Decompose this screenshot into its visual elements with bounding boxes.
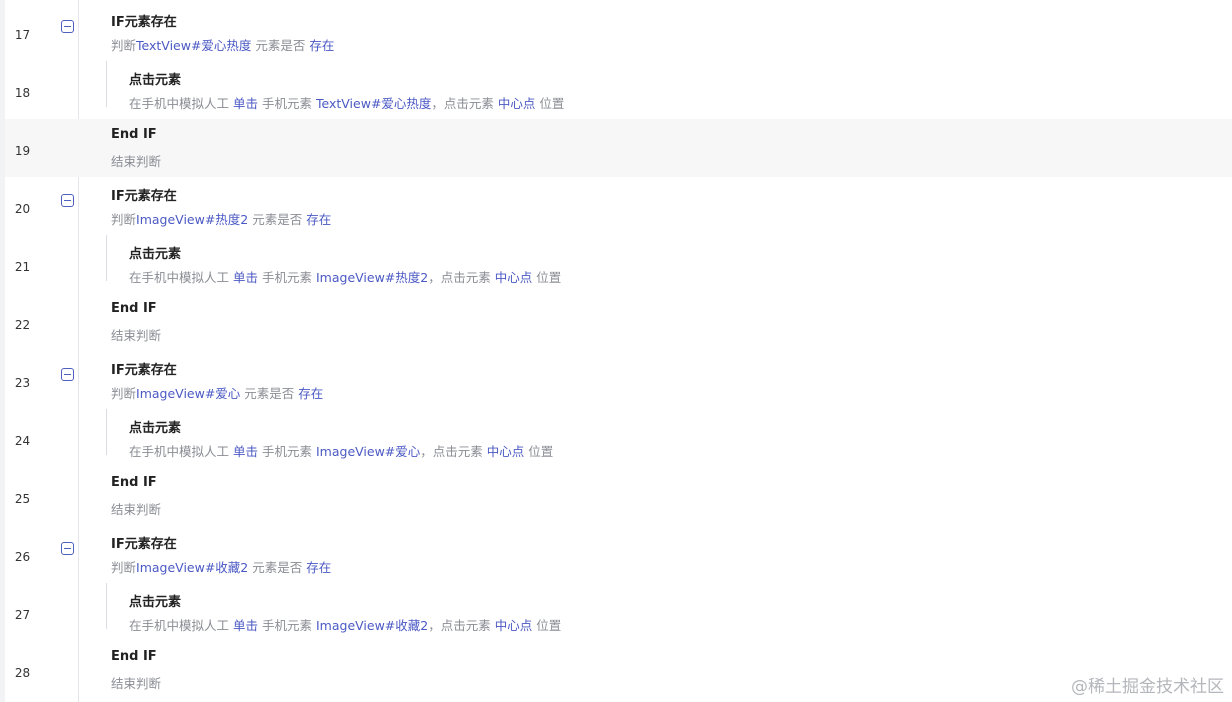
step-title: End IF [111,649,157,664]
step-description: 在手机中模拟人工 单击 手机元素 TextView#爱心热度，点击元素 中心点 … [129,96,565,111]
step-row-18[interactable]: 18 点击元素 在手机中模拟人工 单击 手机元素 TextView#爱心热度，点… [5,61,1232,119]
condition-value[interactable]: 存在 [306,560,331,575]
nest-indent-bar [106,61,107,107]
element-target[interactable]: ImageView#热度2 [316,270,428,285]
position-value[interactable]: 中心点 [487,444,525,459]
element-target[interactable]: ImageView#收藏2 [136,560,248,575]
step-row-17[interactable]: 17 IF元素存在 判断TextView#爱心热度 元素是否 存在 [5,3,1232,61]
line-number: 23 [14,376,31,390]
line-number: 21 [14,260,31,274]
position-value[interactable]: 中心点 [495,618,533,633]
nest-indent-bar [106,409,107,455]
action-value[interactable]: 单击 [233,270,258,285]
step-row-19[interactable]: 19 End IF 结束判断 [5,119,1232,177]
watermark: @稀土掘金技术社区 [1071,677,1224,697]
step-row-21[interactable]: 21 点击元素 在手机中模拟人工 单击 手机元素 ImageView#热度2，点… [5,235,1232,293]
condition-value[interactable]: 存在 [306,212,331,227]
element-target[interactable]: TextView#爱心热度 [136,38,251,53]
element-target[interactable]: ImageView#爱心 [316,444,420,459]
step-row-27[interactable]: 27 点击元素 在手机中模拟人工 单击 手机元素 ImageView#收藏2，点… [5,583,1232,641]
step-title: 点击元素 [129,421,182,436]
line-number: 22 [14,318,31,332]
element-target[interactable]: ImageView#爱心 [136,386,240,401]
element-target[interactable]: ImageView#收藏2 [316,618,428,633]
line-number: 25 [14,492,31,506]
element-target[interactable]: TextView#爱心热度 [316,96,431,111]
step-description: 结束判断 [111,328,162,343]
line-number: 20 [14,202,31,216]
step-description: 在手机中模拟人工 单击 手机元素 ImageView#收藏2，点击元素 中心点 … [129,618,562,633]
position-value[interactable]: 中心点 [498,96,536,111]
line-number: 24 [14,434,31,448]
action-value[interactable]: 单击 [233,444,258,459]
step-description: 在手机中模拟人工 单击 手机元素 ImageView#热度2，点击元素 中心点 … [129,270,562,285]
action-value[interactable]: 单击 [233,618,258,633]
line-number: 17 [14,28,31,42]
step-title: IF元素存在 [111,15,177,30]
nest-indent-bar [106,235,107,281]
step-description: 判断ImageView#爱心 元素是否 存在 [111,386,324,401]
line-number: 19 [14,144,31,158]
line-number: 26 [14,550,31,564]
step-row-24[interactable]: 24 点击元素 在手机中模拟人工 单击 手机元素 ImageView#爱心，点击… [5,409,1232,467]
collapse-minus-icon[interactable] [61,20,74,33]
step-description: 判断ImageView#热度2 元素是否 存在 [111,212,332,227]
step-row-23[interactable]: 23 IF元素存在 判断ImageView#爱心 元素是否 存在 [5,351,1232,409]
step-title: 点击元素 [129,247,182,262]
step-row-20[interactable]: 20 IF元素存在 判断ImageView#热度2 元素是否 存在 [5,177,1232,235]
step-title: IF元素存在 [111,189,177,204]
nest-indent-bar [106,583,107,629]
step-row-26[interactable]: 26 IF元素存在 判断ImageView#收藏2 元素是否 存在 [5,525,1232,583]
step-title: End IF [111,127,157,142]
step-title: 点击元素 [129,595,182,610]
step-description: 结束判断 [111,154,162,169]
collapse-minus-icon[interactable] [61,542,74,555]
collapse-minus-icon[interactable] [61,368,74,381]
step-row-22[interactable]: 22 End IF 结束判断 [5,293,1232,351]
step-description: 结束判断 [111,502,162,517]
step-description: 判断TextView#爱心热度 元素是否 存在 [111,38,335,53]
collapse-minus-icon[interactable] [61,194,74,207]
step-description: 判断ImageView#收藏2 元素是否 存在 [111,560,332,575]
step-description: 结束判断 [111,676,162,691]
element-target[interactable]: ImageView#热度2 [136,212,248,227]
condition-value[interactable]: 存在 [309,38,334,53]
step-title: End IF [111,475,157,490]
condition-value[interactable]: 存在 [298,386,323,401]
step-title: 点击元素 [129,73,182,88]
step-title: End IF [111,301,157,316]
position-value[interactable]: 中心点 [495,270,533,285]
step-title: IF元素存在 [111,537,177,552]
step-row-28[interactable]: 28 End IF 结束判断 [5,641,1232,699]
line-number: 28 [14,666,31,680]
step-title: IF元素存在 [111,363,177,378]
line-number: 18 [14,86,31,100]
step-row-25[interactable]: 25 End IF 结束判断 [5,467,1232,525]
line-number: 27 [14,608,31,622]
step-description: 在手机中模拟人工 单击 手机元素 ImageView#爱心，点击元素 中心点 位… [129,444,554,459]
action-value[interactable]: 单击 [233,96,258,111]
